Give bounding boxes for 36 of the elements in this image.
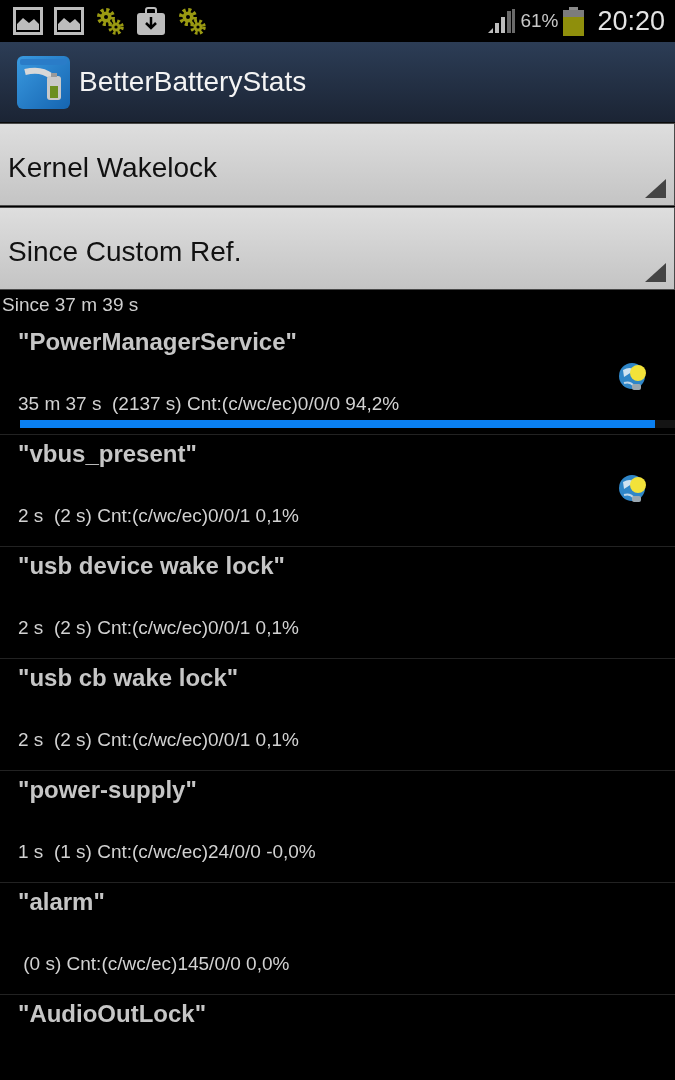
dropdown-triangle-icon bbox=[645, 263, 666, 282]
wakelock-details: (0 s) Cnt:(c/wc/ec)145/0/0 0,0% bbox=[22, 952, 290, 976]
wakelock-details: 35 m 37 s (2137 s) Cnt:(c/wc/ec)0/0/0 94,2% bbox=[18, 392, 400, 416]
gear-icon[interactable] bbox=[177, 6, 207, 36]
wakelock-row[interactable]: "power-supply" 1 s (1 s) Cnt:(c/wc/ec)24/0/0 -0,0% bbox=[0, 771, 675, 883]
wakelock-name: "AudioOutLock" bbox=[18, 1000, 207, 1028]
dropdown[interactable]: Since Custom Ref. bbox=[0, 207, 675, 290]
dropdown-triangle-icon bbox=[645, 179, 666, 198]
download-icon[interactable] bbox=[136, 6, 166, 36]
wakelock-row[interactable]: "usb cb wake lock" 2 s (2 s) Cnt:(c/wc/ec)0/0/1 0,1% bbox=[0, 659, 675, 771]
wakelock-details: 2 s (2 s) Cnt:(c/wc/ec)0/0/1 0,1% bbox=[18, 728, 299, 752]
wakelock-row[interactable]: "usb device wake lock" 2 s (2 s) Cnt:(c/wc/ec)0/0/1 0,1% bbox=[0, 547, 675, 659]
wakelock-row[interactable]: "alarm" (0 s) Cnt:(c/wc/ec)145/0/0 0,0% bbox=[0, 883, 675, 995]
wakelock-name: "vbus_present" bbox=[18, 440, 197, 468]
signal-icon bbox=[488, 9, 516, 33]
app-icon bbox=[17, 55, 70, 109]
battery-icon bbox=[563, 6, 585, 36]
wakelock-name: "alarm" bbox=[18, 888, 105, 916]
wakelock-details: 1 s (1 s) Cnt:(c/wc/ec)24/0/0 -0,0% bbox=[18, 840, 316, 864]
picture-icon[interactable] bbox=[54, 7, 84, 35]
app-title: BetterBatteryStats bbox=[79, 66, 307, 98]
wakelock-row[interactable]: "PowerManagerService" 35 m 37 s (2137 s) Cnt:(c/wc/ec)0/0/0 94,2% bbox=[0, 323, 675, 435]
wakelock-name: "usb device wake lock" bbox=[18, 552, 285, 580]
wakelock-details: 2 s (2 s) Cnt:(c/wc/ec)0/0/1 0,1% bbox=[18, 616, 299, 640]
since-label: Since 37 m 39 s bbox=[2, 293, 139, 317]
wakelock-row[interactable]: "AudioOutLock" bbox=[0, 995, 675, 1080]
wakelock-name: "usb cb wake lock" bbox=[18, 664, 239, 692]
battery-percent: 61% bbox=[520, 10, 559, 32]
wakelock-name: "PowerManagerService" bbox=[18, 328, 297, 356]
wakelock-row[interactable]: "vbus_present" 2 s (2 s) Cnt:(c/wc/ec)0/0/1 0,1% bbox=[0, 435, 675, 547]
wakelock-details: 2 s (2 s) Cnt:(c/wc/ec)0/0/1 0,1% bbox=[18, 504, 299, 528]
dropdown[interactable]: Kernel Wakelock bbox=[0, 123, 675, 206]
wakelock-name: "power-supply" bbox=[18, 776, 197, 804]
picture-icon[interactable] bbox=[13, 7, 43, 35]
gear-icon[interactable] bbox=[95, 6, 125, 36]
clock: 20:20 bbox=[597, 5, 665, 37]
